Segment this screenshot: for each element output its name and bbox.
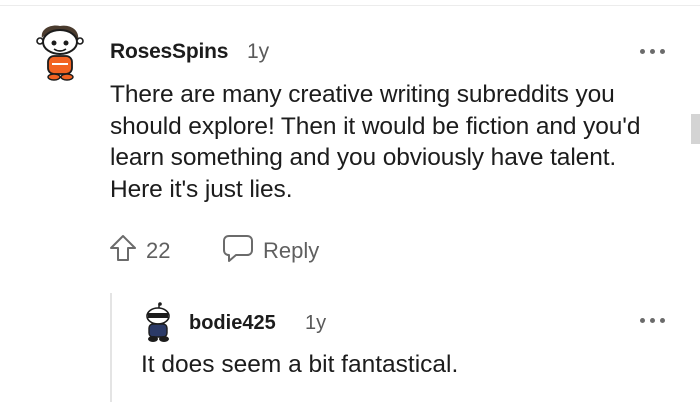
scrollbar-thumb[interactable]: [691, 114, 700, 144]
top-divider: [0, 5, 700, 6]
reply-button[interactable]: Reply: [222, 233, 319, 269]
thread-line[interactable]: [110, 293, 112, 402]
comment-username[interactable]: RosesSpins: [110, 40, 228, 64]
snoo-avatar-icon[interactable]: [141, 302, 175, 344]
speech-bubble-icon: [222, 233, 254, 269]
more-options-icon[interactable]: [640, 46, 666, 56]
snoo-avatar-icon[interactable]: [34, 22, 86, 84]
comment-body: There are many creative writing subreddi…: [110, 81, 641, 203]
reply-age: 1y: [305, 312, 327, 334]
reply-body: It does seem a bit fantastical.: [141, 351, 459, 378]
upvote-count: 22: [146, 238, 171, 263]
reply-username[interactable]: bodie425: [189, 312, 276, 335]
more-options-icon[interactable]: [640, 315, 666, 325]
upvote-button[interactable]: 22: [108, 233, 170, 269]
reply-label: Reply: [263, 238, 320, 263]
upvote-arrow-icon: [108, 233, 138, 269]
comment-age: 1y: [247, 40, 270, 63]
